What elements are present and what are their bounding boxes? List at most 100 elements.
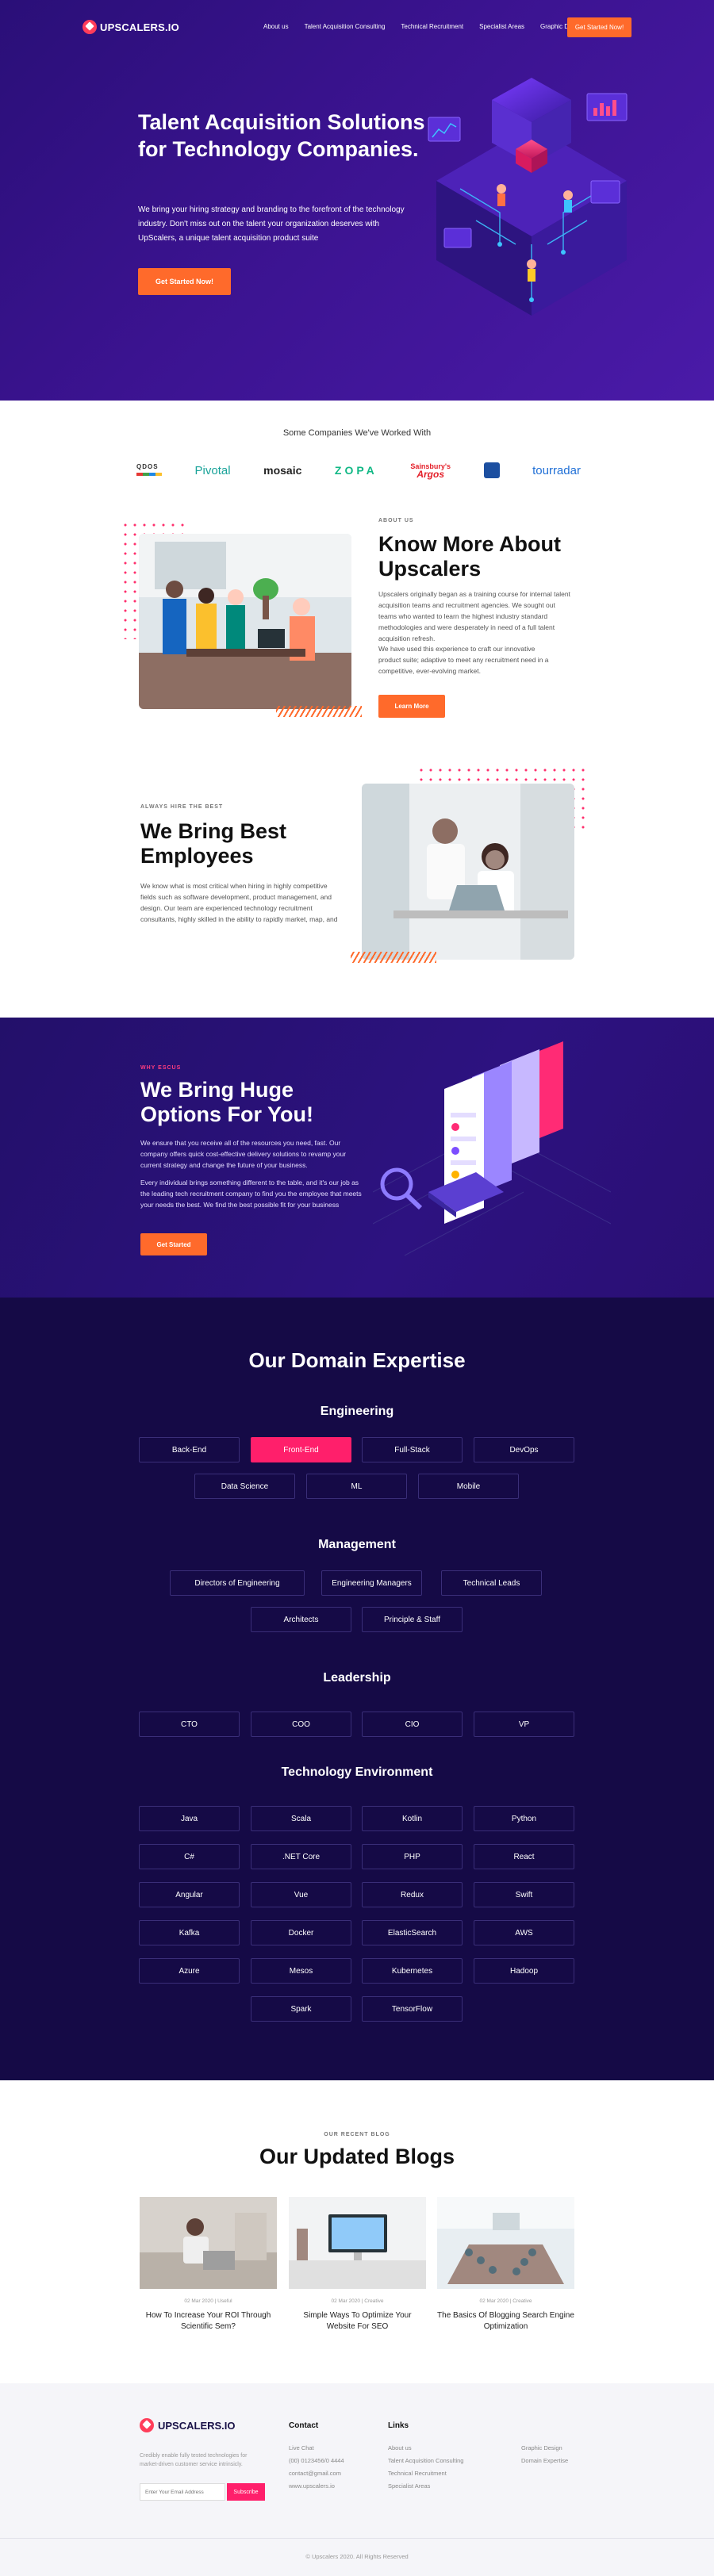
chip-tensorflow[interactable]: TensorFlow: [362, 1996, 463, 2022]
best-eyebrow: ALWAYS HIRE THE BEST: [140, 804, 224, 810]
chip-scala[interactable]: Scala: [251, 1806, 351, 1831]
chip-cio[interactable]: CIO: [362, 1712, 463, 1737]
brand-logo[interactable]: UPSCALERS.IO: [83, 20, 179, 34]
group-title-engineering: Engineering: [320, 1405, 394, 1418]
blog-title-2[interactable]: Simple Ways To Optimize Your Website For…: [289, 2310, 426, 2333]
decor-hatch-about: [276, 706, 362, 717]
chip-aws[interactable]: AWS: [474, 1920, 574, 1945]
chip-coo[interactable]: COO: [251, 1712, 351, 1737]
footer-description: Credibly enable fully tested technologie…: [140, 2453, 248, 2467]
footer-link-specialist[interactable]: Specialist Areas: [388, 2482, 430, 2490]
chip-cto[interactable]: CTO: [139, 1712, 240, 1737]
options-get-started-button[interactable]: Get Started: [140, 1233, 207, 1255]
chip-kubernetes[interactable]: Kubernetes: [362, 1958, 463, 1984]
chip-angular[interactable]: Angular: [139, 1882, 240, 1907]
footer-contact-phone[interactable]: (00) 0123456/0 4444: [289, 2457, 344, 2464]
chip-react[interactable]: React: [474, 1844, 574, 1869]
company-logo-square: [483, 462, 500, 478]
chip-kotlin[interactable]: Kotlin: [362, 1806, 463, 1831]
footer-link-about[interactable]: About us: [388, 2444, 412, 2451]
footer-link-domain[interactable]: Domain Expertise: [521, 2457, 568, 2464]
footer-link-talent[interactable]: Talent Acquisition Consulting: [388, 2457, 463, 2464]
chip-vue[interactable]: Vue: [251, 1882, 351, 1907]
nav-link-recruitment[interactable]: Technical Recruitment: [401, 23, 463, 30]
chip-azure[interactable]: Azure: [139, 1958, 240, 1984]
chip-devops[interactable]: DevOps: [474, 1437, 574, 1462]
footer-link-recruitment[interactable]: Technical Recruitment: [388, 2470, 447, 2477]
options-paragraph-2: Every individual brings something differ…: [140, 1179, 362, 1209]
chip-mesos[interactable]: Mesos: [251, 1958, 351, 1984]
footer-divider: [0, 2538, 714, 2539]
footer-contact-title: Contact: [289, 2421, 319, 2430]
hero-section: UPSCALERS.IO About us Talent Acquisition…: [0, 0, 714, 401]
chip-csharp[interactable]: C#: [139, 1844, 240, 1869]
blog-title-1[interactable]: How To Increase Your ROI Through Scienti…: [140, 2310, 277, 2333]
chip-directors-of-engineering[interactable]: Directors of Engineering: [170, 1570, 305, 1596]
footer-links-title: Links: [388, 2421, 409, 2430]
hero-get-started-button[interactable]: Get Started Now!: [138, 268, 231, 295]
nav-link-talent[interactable]: Talent Acquisition Consulting: [305, 23, 386, 30]
chip-back-end[interactable]: Back-End: [139, 1437, 240, 1462]
chip-elasticsearch[interactable]: ElasticSearch: [362, 1920, 463, 1945]
newsletter-email-input[interactable]: [140, 2483, 225, 2501]
employees-laptop-image: [362, 784, 574, 960]
office-team-image: [139, 534, 351, 709]
footer-contact-live-chat[interactable]: Live Chat: [289, 2444, 314, 2451]
blog-image-3: [437, 2197, 574, 2289]
chip-ml[interactable]: ML: [306, 1474, 407, 1499]
blog-card-3[interactable]: 02 Mar 2020 | Creative The Basics Of Blo…: [437, 2197, 574, 2333]
blog-title-3[interactable]: The Basics Of Blogging Search Engine Opt…: [437, 2310, 574, 2333]
blogs-title: Our Updated Blogs: [259, 2145, 455, 2168]
chip-kafka[interactable]: Kafka: [139, 1920, 240, 1945]
chip-technical-leads[interactable]: Technical Leads: [441, 1570, 542, 1596]
chip-dotnet-core[interactable]: .NET Core: [251, 1844, 351, 1869]
chip-hadoop[interactable]: Hadoop: [474, 1958, 574, 1984]
nav-get-started-button[interactable]: Get Started Now!: [567, 17, 631, 37]
footer-link-graphic[interactable]: Graphic Design: [521, 2444, 562, 2451]
about-title: Know More About Upscalers: [378, 532, 561, 581]
chip-engineering-managers[interactable]: Engineering Managers: [321, 1570, 422, 1596]
about-paragraph-1: Upscalers originally began as a training…: [378, 590, 570, 642]
logo-icon: [83, 20, 97, 34]
hero-title: Talent Acquisition Solutions for Technol…: [138, 110, 425, 161]
footer-logo[interactable]: UPSCALERS.IO: [140, 2418, 236, 2432]
newsletter-form: Subscribe: [140, 2483, 265, 2501]
chip-spark[interactable]: Spark: [251, 1996, 351, 2022]
chip-full-stack[interactable]: Full-Stack: [362, 1437, 463, 1462]
blog-card-2[interactable]: 02 Mar 2020 | Creative Simple Ways To Op…: [289, 2197, 426, 2333]
domain-expertise-section: Our Domain Expertise Engineering Back-En…: [0, 1298, 714, 2080]
chip-swift[interactable]: Swift: [474, 1882, 574, 1907]
nav-link-about[interactable]: About us: [263, 23, 289, 30]
chip-data-science[interactable]: Data Science: [194, 1474, 295, 1499]
about-eyebrow: ABOUT US: [378, 518, 414, 523]
options-section: WHY ESCUS We Bring Huge Options For You!…: [0, 1018, 714, 1298]
blog-card-1[interactable]: 02 Mar 2020 | Useful How To Increase You…: [140, 2197, 277, 2333]
brand-name: UPSCALERS.IO: [100, 21, 179, 33]
chip-principle-staff[interactable]: Principle & Staff: [362, 1607, 463, 1632]
footer-contact-website[interactable]: www.upscalers.io: [289, 2482, 335, 2490]
chip-php[interactable]: PHP: [362, 1844, 463, 1869]
chip-java[interactable]: Java: [139, 1806, 240, 1831]
learn-more-button[interactable]: Learn More: [378, 695, 445, 718]
chip-docker[interactable]: Docker: [251, 1920, 351, 1945]
company-logo-tourradar: tourradar: [532, 463, 581, 477]
footer-contact-email[interactable]: contact@gmail.com: [289, 2470, 341, 2477]
company-logo-pivotal: Pivotal: [194, 463, 231, 477]
chip-redux[interactable]: Redux: [362, 1882, 463, 1907]
chip-vp[interactable]: VP: [474, 1712, 574, 1737]
mobile-apps-illustration: [373, 1041, 611, 1256]
company-logo-zopa: ZOPA: [334, 464, 378, 477]
hero-subtitle: We bring your hiring strategy and brandi…: [138, 205, 405, 243]
blog-meta-3: 02 Mar 2020 | Creative: [479, 2298, 532, 2304]
subscribe-button[interactable]: Subscribe: [227, 2483, 265, 2501]
company-logo-mosaic: mosaic: [263, 464, 302, 477]
chip-python[interactable]: Python: [474, 1806, 574, 1831]
nav-link-specialist[interactable]: Specialist Areas: [479, 23, 524, 30]
companies-logo-strip: QDOS Pivotal mosaic ZOPA Sainsbury's Argo…: [136, 458, 581, 482]
chip-front-end[interactable]: Front-End: [251, 1437, 351, 1462]
best-paragraph: We know what is most critical when hirin…: [140, 882, 338, 923]
chip-mobile[interactable]: Mobile: [418, 1474, 519, 1499]
best-employee-photo: [362, 784, 574, 960]
chip-architects[interactable]: Architects: [251, 1607, 351, 1632]
domain-title: Our Domain Expertise: [248, 1348, 466, 1372]
